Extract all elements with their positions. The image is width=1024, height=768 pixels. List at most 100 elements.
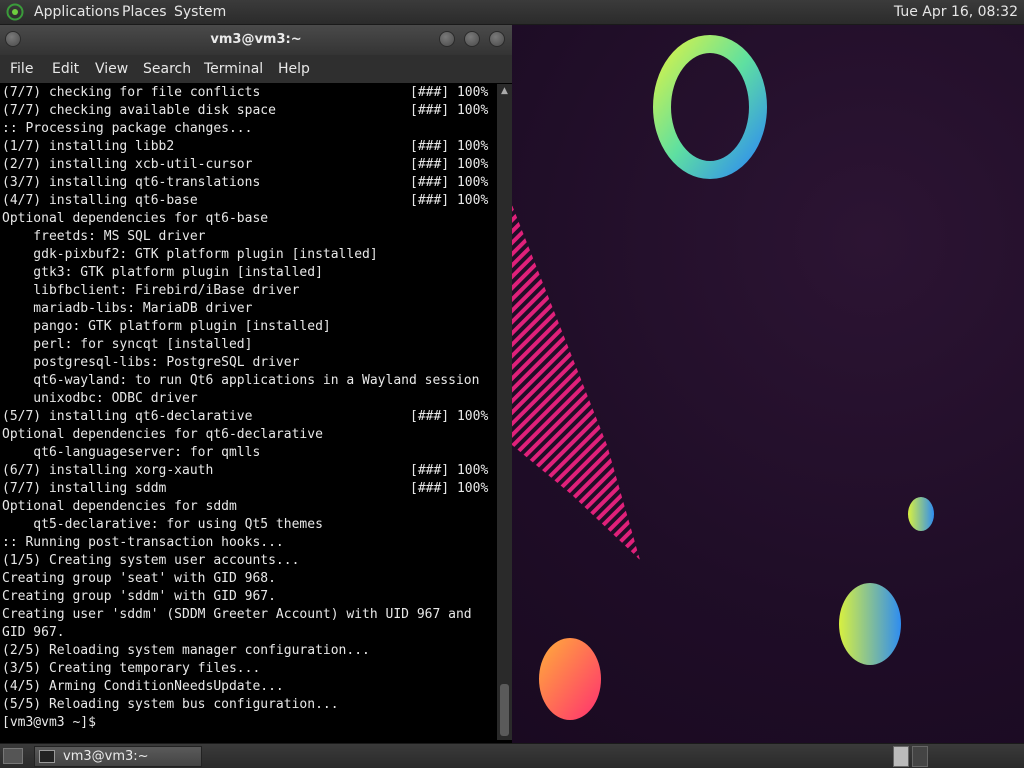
close-button[interactable] <box>489 31 505 47</box>
terminal-line: qt6-languageserver: for qmlls <box>0 444 497 462</box>
terminal-line-text: (2/5) Reloading system manager configura… <box>2 643 370 658</box>
taskbar-terminal-label: vm3@vm3:~ <box>63 749 149 764</box>
terminal-line-status: [###] 100% <box>410 139 489 154</box>
terminal-line: libfbclient: Firebird/iBase driver <box>0 282 497 300</box>
show-desktop-icon[interactable] <box>3 748 23 764</box>
terminal-line: Creating group 'seat' with GID 968. <box>0 570 497 588</box>
terminal-scrollbar[interactable]: ▲ <box>497 84 512 740</box>
terminal-line-status: [###] 100% <box>410 157 489 172</box>
terminal-line: unixodbc: ODBC driver <box>0 390 497 408</box>
terminal-line-text: (7/7) checking for file conflicts <box>2 85 261 100</box>
terminal-line: freetds: MS SQL driver <box>0 228 497 246</box>
terminal-line: (2/5) Reloading system manager configura… <box>0 642 497 660</box>
terminal-line-text: :: Running post-transaction hooks... <box>2 535 284 550</box>
window-title: vm3@vm3:~ <box>210 32 302 47</box>
terminal-line: qt6-wayland: to run Qt6 applications in … <box>0 372 497 390</box>
terminal-line: gdk-pixbuf2: GTK platform plugin [instal… <box>0 246 497 264</box>
terminal-line-text: (7/7) installing sddm <box>2 481 167 496</box>
terminal-line-status: [###] 100% <box>410 193 489 208</box>
terminal-line: (7/7) installing sddm [###] 100% <box>0 480 497 498</box>
terminal-window[interactable]: vm3@vm3:~ File Edit View Search Terminal… <box>0 25 512 743</box>
terminal-line-text: (1/7) installing libb2 <box>2 139 175 154</box>
scrollbar-thumb[interactable] <box>500 684 509 736</box>
terminal-line: (4/5) Arming ConditionNeedsUpdate... <box>0 678 497 696</box>
workspace-switcher-1[interactable] <box>893 746 909 767</box>
terminal-line-text: Optional dependencies for qt6-declarativ… <box>2 427 323 442</box>
terminal-line-text: unixodbc: ODBC driver <box>2 391 198 406</box>
terminal-line: (5/7) installing qt6-declarative [###] 10… <box>0 408 497 426</box>
terminal-line: (7/7) checking available disk space [###]… <box>0 102 497 120</box>
terminal-icon <box>39 750 55 763</box>
terminal-line-text: libfbclient: Firebird/iBase driver <box>2 283 300 298</box>
terminal-line-text: (5/5) Reloading system bus configuration… <box>2 697 339 712</box>
terminal-line-text: qt6-wayland: to run Qt6 applications in … <box>2 373 480 388</box>
terminal-line: GID 967. <box>0 624 497 642</box>
scroll-up-arrow-icon[interactable]: ▲ <box>497 84 512 98</box>
terminal-line: gtk3: GTK platform plugin [installed] <box>0 264 497 282</box>
terminal-line: Optional dependencies for sddm <box>0 498 497 516</box>
wallpaper-art <box>512 35 934 720</box>
terminal-line-text: (4/7) installing qt6-base <box>2 193 198 208</box>
small-orb-shape <box>908 497 934 531</box>
terminal-output[interactable]: (7/7) checking for file conflicts [###] 1… <box>0 84 497 740</box>
system-menu[interactable]: System <box>174 4 226 20</box>
menu-view[interactable]: View <box>95 61 128 77</box>
minimize-button[interactable] <box>439 31 455 47</box>
terminal-line: (7/7) checking for file conflicts [###] 1… <box>0 84 497 102</box>
terminal-line: Optional dependencies for qt6-declarativ… <box>0 426 497 444</box>
terminal-line-text: qt6-languageserver: for qmlls <box>2 445 261 460</box>
distro-logo-icon[interactable] <box>6 3 24 21</box>
terminal-line-text: (4/5) Arming ConditionNeedsUpdate... <box>2 679 284 694</box>
window-titlebar[interactable]: vm3@vm3:~ <box>0 25 512 55</box>
terminal-line: (1/5) Creating system user accounts... <box>0 552 497 570</box>
terminal-line-text: GID 967. <box>2 625 65 640</box>
terminal-line: pango: GTK platform plugin [installed] <box>0 318 497 336</box>
taskbar-terminal-button[interactable]: vm3@vm3:~ <box>34 746 202 767</box>
terminal-line-text: pango: GTK platform plugin [installed] <box>2 319 331 334</box>
terminal-line-text: freetds: MS SQL driver <box>2 229 206 244</box>
terminal-line-text: gtk3: GTK platform plugin [installed] <box>2 265 323 280</box>
terminal-line-status: [###] 100% <box>410 463 489 478</box>
terminal-line: (3/7) installing qt6-translations [###] 1… <box>0 174 497 192</box>
terminal-line: (6/7) installing xorg-xauth [###] 100% <box>0 462 497 480</box>
terminal-line-text: postgresql-libs: PostgreSQL driver <box>2 355 300 370</box>
terminal-line: postgresql-libs: PostgreSQL driver <box>0 354 497 372</box>
menu-edit[interactable]: Edit <box>52 61 79 77</box>
ring-shape <box>653 35 767 179</box>
terminal-line-status: [###] 100% <box>410 175 489 190</box>
menu-search[interactable]: Search <box>143 61 191 77</box>
places-menu[interactable]: Places <box>122 4 167 20</box>
terminal-line: :: Running post-transaction hooks... <box>0 534 497 552</box>
bottom-panel: vm3@vm3:~ <box>0 743 1024 768</box>
terminal-line-status: [###] 100% <box>410 481 489 496</box>
terminal-line: [vm3@vm3 ~]$ <box>0 714 497 732</box>
applications-menu[interactable]: Applications <box>34 4 120 20</box>
terminal-line-text: Optional dependencies for qt6-base <box>2 211 269 226</box>
maximize-button[interactable] <box>464 31 480 47</box>
terminal-line-text: Optional dependencies for sddm <box>2 499 237 514</box>
menu-terminal[interactable]: Terminal <box>204 61 263 77</box>
terminal-line-text: Creating group 'sddm' with GID 967. <box>2 589 276 604</box>
terminal-line-text: mariadb-libs: MariaDB driver <box>2 301 253 316</box>
terminal-line: (2/7) installing xcb-util-cursor [###] 10… <box>0 156 497 174</box>
terminal-line: Creating group 'sddm' with GID 967. <box>0 588 497 606</box>
terminal-line: perl: for syncqt [installed] <box>0 336 497 354</box>
terminal-line-text: qt5-declarative: for using Qt5 themes <box>2 517 323 532</box>
workspace-switcher-2[interactable] <box>912 746 928 767</box>
terminal-line-text: :: Processing package changes... <box>2 121 253 136</box>
terminal-line: (3/5) Creating temporary files... <box>0 660 497 678</box>
terminal-line-text: perl: for syncqt [installed] <box>2 337 253 352</box>
terminal-line-text: Creating group 'seat' with GID 968. <box>2 571 276 586</box>
terminal-line-status: [###] 100% <box>410 409 489 424</box>
top-panel: Applications Places System Tue Apr 16, 0… <box>0 0 1024 25</box>
menu-help[interactable]: Help <box>278 61 310 77</box>
terminal-line-text: Creating user 'sddm' (SDDM Greeter Accou… <box>2 607 472 622</box>
terminal-line: mariadb-libs: MariaDB driver <box>0 300 497 318</box>
terminal-line: (4/7) installing qt6-base [###] 100% <box>0 192 497 210</box>
terminal-line-text: [vm3@vm3 ~]$ <box>2 715 104 730</box>
terminal-menubar: File Edit View Search Terminal Help <box>0 55 512 83</box>
clock[interactable]: Tue Apr 16, 08:32 <box>894 4 1018 20</box>
menu-file[interactable]: File <box>10 61 33 77</box>
terminal-line: Creating user 'sddm' (SDDM Greeter Accou… <box>0 606 497 624</box>
terminal-line-text: gdk-pixbuf2: GTK platform plugin [instal… <box>2 247 378 262</box>
